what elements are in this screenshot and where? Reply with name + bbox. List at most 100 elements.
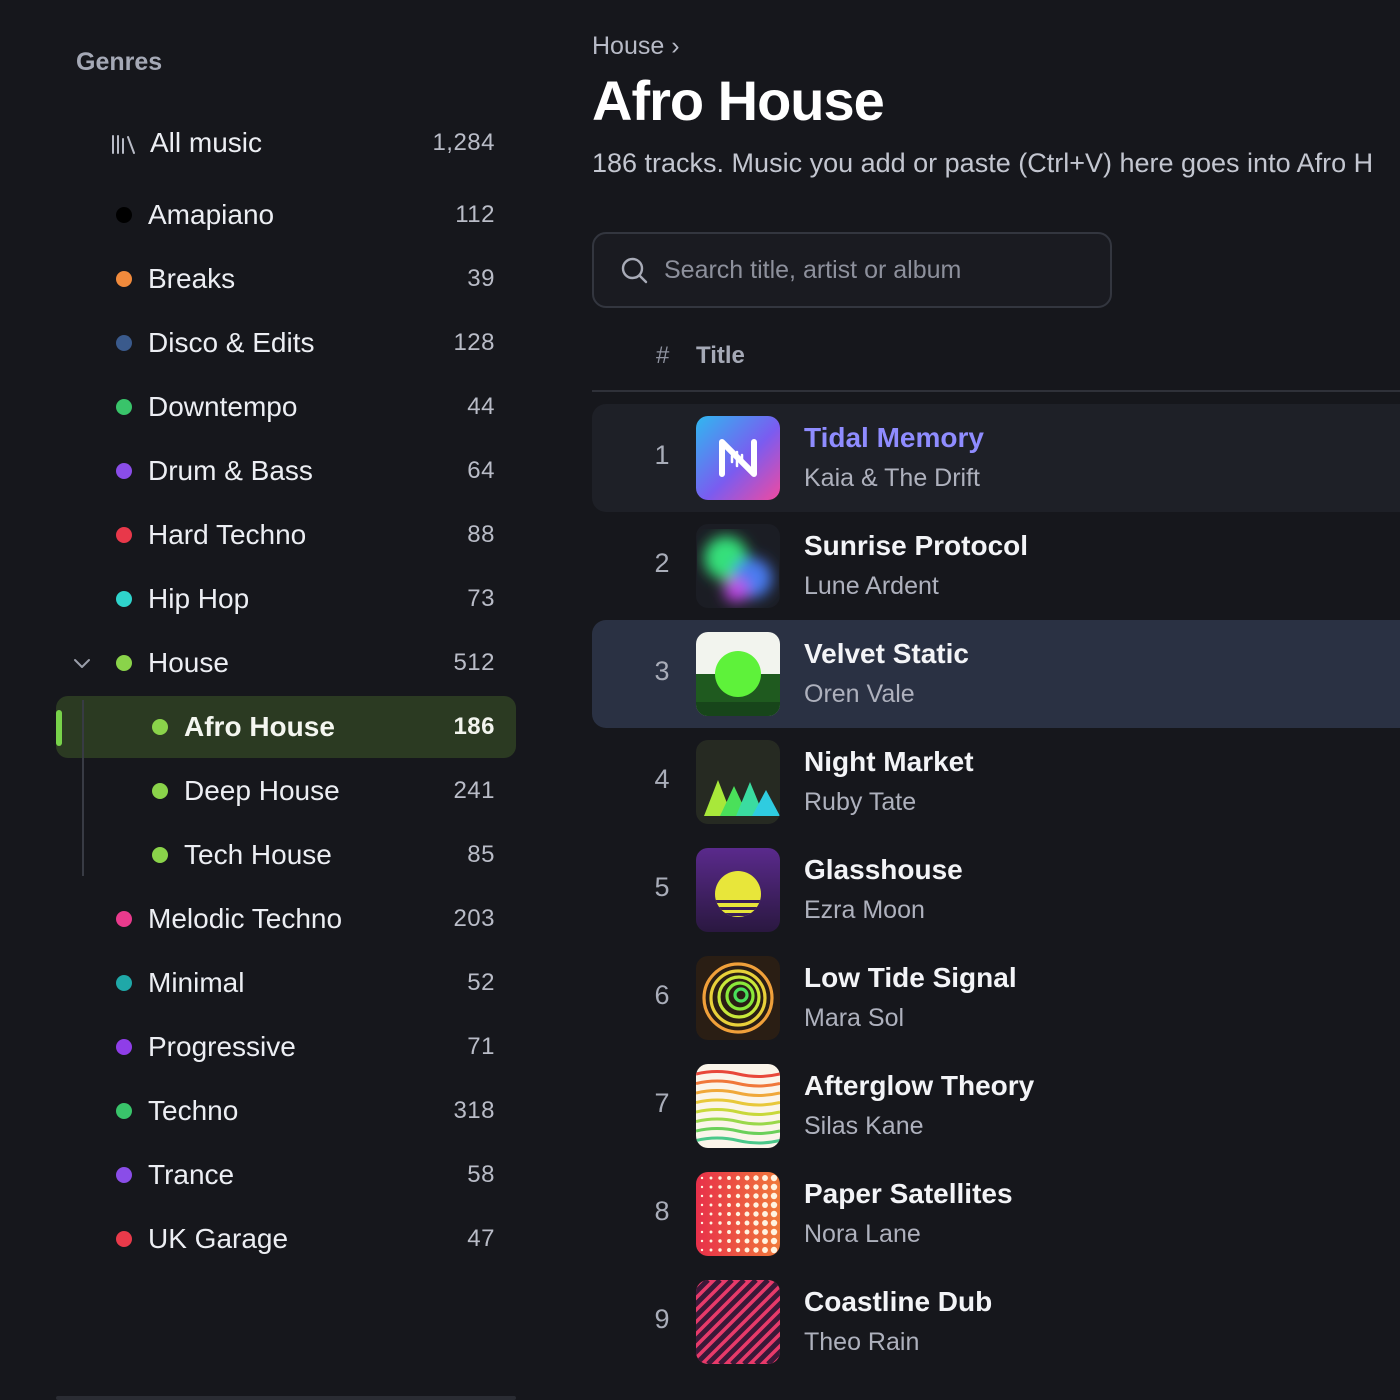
track-number: 8	[654, 1196, 670, 1226]
track-artist[interactable]: Nora Lane	[804, 1220, 921, 1249]
breadcrumb[interactable]: House ›	[592, 32, 680, 61]
sidebar-item-minimal[interactable]: Minimal 52	[56, 952, 516, 1014]
sidebar-item-afro-house[interactable]: Afro House 186	[56, 696, 516, 758]
sidebar-item-drum-and-bass[interactable]: Drum & Bass 64	[56, 440, 516, 502]
track-table-header: # Title	[592, 340, 1400, 392]
sidebar-item-deep-house[interactable]: Deep House 241	[56, 760, 516, 822]
track-artist[interactable]: Theo Rain	[804, 1328, 919, 1357]
sidebar-item-melodic-techno[interactable]: Melodic Techno 203	[56, 888, 516, 950]
track-title: Coastline Dub	[804, 1286, 993, 1317]
sidebar-item-all-music[interactable]: All music 1,284	[56, 112, 516, 174]
track-title: Paper Satellites	[804, 1178, 1013, 1209]
sidebar-item-label: Hip Hop	[148, 583, 250, 614]
sidebar-item-label: All music	[150, 127, 263, 158]
sidebar-item-count: 241	[453, 777, 495, 804]
sidebar-item-hip-hop[interactable]: Hip Hop 73	[56, 568, 516, 630]
track-title: Night Market	[804, 746, 974, 777]
track-row[interactable]: 6 Low Tide Signal Mara Sol	[592, 944, 1400, 1052]
track-number: 4	[654, 764, 670, 794]
track-row[interactable]: 9 Coastline Dub Theo Rain	[592, 1268, 1400, 1376]
track-row[interactable]: 7 Afterglow Theory Silas Kane	[592, 1052, 1400, 1160]
genre-color-dot	[152, 783, 168, 799]
sidebar-item-downtempo[interactable]: Downtempo 44	[56, 376, 516, 438]
track-artist[interactable]: Kaia & The Drift	[804, 464, 980, 493]
genre-color-dot	[152, 719, 168, 735]
genre-color-dot	[116, 975, 132, 991]
page-subtitle: 186 tracks. Music you add or paste (Ctrl…	[592, 148, 1374, 178]
album-art-dot-grid	[696, 1172, 780, 1256]
sidebar-item-label: Downtempo	[148, 391, 298, 422]
genre-color-dot	[116, 335, 132, 351]
chevron-down-icon[interactable]	[72, 653, 92, 673]
track-artist[interactable]: Ruby Tate	[804, 788, 916, 817]
album-art-waves	[696, 1064, 780, 1148]
sidebar-item-label: House	[148, 647, 229, 678]
sidebar-item-techno[interactable]: Techno 318	[56, 1080, 516, 1142]
sidebar-item-progressive[interactable]: Progressive 71	[56, 1016, 516, 1078]
sidebar-item-count: 88	[467, 521, 495, 548]
track-artist[interactable]: Lune Ardent	[804, 572, 939, 601]
track-row[interactable]: 2 Sunrise Protocol Lune Ardent	[592, 512, 1400, 620]
sidebar-item-hard-techno[interactable]: Hard Techno 88	[56, 504, 516, 566]
sidebar-item-breaks[interactable]: Breaks 39	[56, 248, 516, 310]
genre-color-dot	[116, 1103, 132, 1119]
track-number: 1	[654, 440, 670, 470]
genre-color-dot	[152, 847, 168, 863]
column-number: #	[656, 342, 670, 369]
sidebar-item-tech-house[interactable]: Tech House 85	[56, 824, 516, 886]
album-art-blur-blobs	[696, 524, 780, 608]
sidebar-item-label: Disco & Edits	[148, 327, 315, 358]
genre-color-dot	[116, 207, 132, 223]
sidebar-item-count: 1,284	[432, 129, 495, 156]
sidebar-item-count: 318	[453, 1097, 495, 1124]
track-row[interactable]: 8 Paper Satellites Nora Lane	[592, 1160, 1400, 1268]
genre-sidebar: Genres All music 1,284 Amapiano 112 Breaks…	[0, 0, 540, 1400]
sidebar-item-label: Melodic Techno	[148, 903, 343, 934]
track-row[interactable]: 5 Glasshouse Ezra Moon	[592, 836, 1400, 944]
column-title[interactable]: Title	[696, 342, 745, 370]
sidebar-item-count: 186	[453, 713, 495, 740]
track-artist[interactable]: Mara Sol	[804, 1004, 904, 1033]
sidebar-item-amapiano[interactable]: Amapiano 112	[56, 184, 516, 246]
sidebar-item-count: 73	[467, 585, 495, 612]
sidebar-item-count: 39	[467, 265, 495, 292]
sidebar-scrollbar[interactable]	[56, 1396, 516, 1400]
album-art-spiral	[696, 956, 780, 1040]
sidebar-item-count: 47	[467, 1225, 495, 1252]
album-art-green-sun	[696, 632, 780, 716]
track-title: Low Tide Signal	[804, 962, 1017, 993]
sidebar-item-count: 128	[453, 329, 495, 356]
sidebar-item-trance[interactable]: Trance 58	[56, 1144, 516, 1206]
track-row[interactable]: 3 Velvet Static Oren Vale	[592, 620, 1400, 728]
sidebar-item-label: Trance	[148, 1159, 235, 1190]
music-app: Genres All music 1,284 Amapiano 112 Breaks…	[0, 0, 1400, 1400]
sidebar-item-count: 52	[467, 969, 495, 996]
track-artist[interactable]: Silas Kane	[804, 1112, 924, 1141]
track-row[interactable]: 4 Night Market Ruby Tate	[592, 728, 1400, 836]
album-art-striped-sun	[696, 848, 780, 932]
genre-color-dot	[116, 399, 132, 415]
track-artist[interactable]: Ezra Moon	[804, 896, 925, 925]
track-artist[interactable]: Oren Vale	[804, 680, 915, 709]
sidebar-title: Genres	[76, 48, 163, 76]
sidebar-item-disco-and-edits[interactable]: Disco & Edits 128	[56, 312, 516, 374]
sidebar-item-count: 85	[467, 841, 495, 868]
sidebar-item-label: Tech House	[184, 839, 332, 870]
sidebar-item-label: UK Garage	[148, 1223, 289, 1254]
genre-color-dot	[116, 591, 132, 607]
track-title: Sunrise Protocol	[804, 530, 1029, 561]
genre-color-dot	[116, 655, 132, 671]
album-art-app-logo	[696, 416, 780, 500]
search-input[interactable]	[664, 250, 1084, 290]
genre-color-dot	[116, 271, 132, 287]
sidebar-item-label: Progressive	[148, 1031, 296, 1062]
track-row[interactable]: 1 Tidal Memory Kaia & The Drift	[592, 404, 1400, 512]
page-title: Afro House	[592, 69, 885, 132]
sidebar-item-house[interactable]: House 512	[56, 632, 516, 694]
library-icon	[112, 135, 135, 154]
genre-color-dot	[116, 463, 132, 479]
sidebar-item-label: Drum & Bass	[148, 455, 313, 486]
search-box[interactable]	[592, 232, 1112, 308]
genre-color-dot	[116, 911, 132, 927]
sidebar-item-uk-garage[interactable]: UK Garage 47	[56, 1208, 516, 1270]
